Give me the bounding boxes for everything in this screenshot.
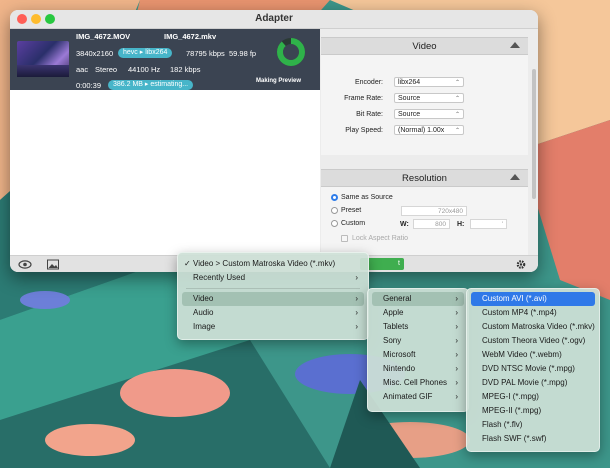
height-input[interactable]: ' [470,219,507,229]
playspeed-select[interactable]: (Normal) 1.00x ⌃ [394,125,464,135]
menu-item-flash-flv[interactable]: Flash (*.flv) [471,418,595,432]
gear-icon[interactable] [514,259,528,270]
preset-select[interactable]: 720x480 [401,206,467,216]
preset-label: Preset [341,207,362,214]
input-filename: IMG_4672.MOV [76,32,131,41]
window-title: Adapter [255,13,293,24]
settings-panel: Video Encoder: libx264 ⌃ Frame Rate: Sour… [321,29,538,255]
eye-icon[interactable] [18,259,32,270]
resolution-info: 3840x2160 [76,49,114,58]
custom-label: Custom [341,220,366,227]
audio-bitrate-info: 182 kbps [170,65,201,74]
sample-rate-info: 44100 Hz [128,65,161,74]
output-format-menu: ✓ Video > Custom Matroska Video (*.mkv) R… [177,252,369,340]
menu-item-image[interactable]: Image › [182,320,364,334]
video-category-menu: General › Apple › Tablets › Sony › Microsoft… [367,288,469,412]
menu-item-mpeg-1[interactable]: MPEG-I (*.mpg) [471,390,595,404]
menu-item-video[interactable]: Video › [182,292,364,306]
encoder-select[interactable]: libx264 ⌃ [394,77,464,87]
file-row[interactable]: IMG_4672.MOV IMG_4672.mkv 3840x2160 hevc… [10,29,320,90]
video-thumbnail [17,41,69,77]
menu-item-webm[interactable]: WebM Video (*.webm) [471,348,595,362]
video-settings: Encoder: libx264 ⌃ Frame Rate: Source ⌃ Bi… [321,55,528,155]
menu-item-custom-mkv[interactable]: Custom Matroska Video (*.mkv) [471,320,595,334]
progress-ring [277,38,305,66]
bitrate-label: Bit Rate: [356,111,383,118]
lock-aspect-label: Lock Aspect Ratio [352,235,409,242]
same-as-source-label: Same as Source [341,194,393,201]
file-list: IMG_4672.MOV IMG_4672.mkv 3840x2160 hevc… [10,29,320,255]
menu-item-recently-used[interactable]: Recently Used › [182,271,364,285]
status-label: Making Preview [256,78,302,84]
video-section-title: Video [412,41,437,52]
playspeed-label: Play Speed: [345,127,383,134]
codec-pill: hevc ▸ libx264 [118,48,173,58]
custom-radio[interactable] [331,220,338,227]
bitrate-select[interactable]: Source ⌃ [394,109,464,119]
lock-aspect-checkbox[interactable] [341,235,348,242]
menu-item-tablets[interactable]: Tablets › [372,320,464,334]
encoder-label: Encoder: [354,79,383,86]
collapse-icon[interactable] [510,174,520,180]
menu-item-misc-cell-phones[interactable]: Misc. Cell Phones › [372,376,464,390]
menu-item-animated-gif[interactable]: Animated GIF › [372,390,464,404]
menu-item-dvd-pal[interactable]: DVD PAL Movie (*.mpg) [471,376,595,390]
audio-codec-info: aac [76,65,89,74]
resolution-section-header[interactable]: Resolution [321,169,528,187]
menu-item-general[interactable]: General › [372,292,464,306]
settings-scrollbar[interactable] [532,69,536,199]
size-pill: 386.2 MB ▸ estimating... [108,80,194,90]
menu-item-mpeg-2[interactable]: MPEG-II (*.mpg) [471,404,595,418]
picture-icon[interactable] [46,259,60,270]
menu-item-current-format[interactable]: ✓ Video > Custom Matroska Video (*.mkv) [182,257,364,271]
adapter-window: Adapter IMG_4672.MOV IMG_4672.mkv 3840x2… [10,10,538,272]
menu-item-custom-ogv[interactable]: Custom Theora Video (*.ogv) [471,334,595,348]
output-filename[interactable]: IMG_4672.mkv [164,32,216,41]
general-format-menu: Custom AVI (*.avi) Custom MP4 (*.mp4) Cu… [466,288,600,452]
video-section-header[interactable]: Video [321,37,528,55]
collapse-icon[interactable] [510,42,520,48]
resolution-settings: Same as Source Preset 720x480 Custom W: … [321,187,528,255]
framerate-label: Frame Rate: [344,95,383,102]
channels-info: Stereo [95,65,118,74]
menu-item-custom-avi[interactable]: Custom AVI (*.avi) [471,292,595,306]
menu-item-dvd-ntsc[interactable]: DVD NTSC Movie (*.mpg) [471,362,595,376]
menu-item-custom-mp4[interactable]: Custom MP4 (*.mp4) [471,306,595,320]
menu-item-apple[interactable]: Apple › [372,306,464,320]
title-bar: Adapter [10,10,538,29]
fps-info: 59.98 fp [229,49,257,58]
menu-item-flash-swf[interactable]: Flash SWF (*.swf) [471,432,595,446]
video-bitrate-info: 78795 kbps [186,49,225,58]
preset-radio[interactable] [331,207,338,214]
width-label: W: [400,221,409,228]
menu-item-sony[interactable]: Sony › [372,334,464,348]
menu-item-microsoft[interactable]: Microsoft › [372,348,464,362]
same-as-source-radio[interactable] [331,194,338,201]
height-label: H: [457,221,465,228]
framerate-select[interactable]: Source ⌃ [394,93,464,103]
menu-item-nintendo[interactable]: Nintendo › [372,362,464,376]
menu-item-audio[interactable]: Audio › [182,306,364,320]
duration-info: 0:00:39 [76,81,102,90]
width-input[interactable]: 800 [413,219,450,229]
resolution-section-title: Resolution [402,173,447,184]
